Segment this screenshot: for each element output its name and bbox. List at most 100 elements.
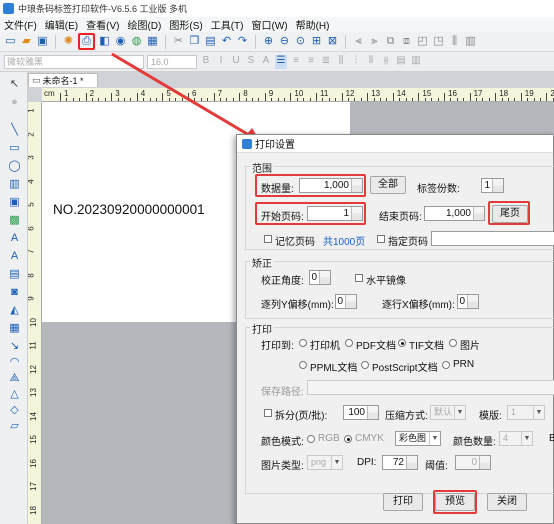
- print-preview-icon[interactable]: ◧: [98, 35, 111, 48]
- rgb-radio[interactable]: [307, 435, 315, 443]
- zoom-out-icon[interactable]: ⊖: [278, 35, 291, 48]
- close-button[interactable]: 关闭: [487, 493, 527, 511]
- justify-text-icon[interactable]: ≣: [320, 55, 332, 69]
- copy-icon[interactable]: ❐: [188, 35, 201, 48]
- zoom-page-icon[interactable]: ⊠: [326, 35, 339, 48]
- align-left-text-icon[interactable]: ☰: [275, 54, 287, 69]
- gallery-tool-icon[interactable]: ▦: [8, 322, 21, 335]
- menu-help[interactable]: 帮助(H): [292, 17, 334, 32]
- refresh-icon[interactable]: ◍: [130, 35, 143, 48]
- line-tool-icon[interactable]: ╲: [8, 124, 21, 137]
- image-tool-icon[interactable]: ▩: [8, 214, 21, 227]
- qrcode-tool-icon[interactable]: ▣: [8, 196, 21, 209]
- strikethrough-icon[interactable]: S: [245, 55, 257, 69]
- new-document-icon[interactable]: ▭: [4, 35, 17, 48]
- distribute-icon[interactable]: ⫼: [448, 35, 461, 48]
- target-pdf-radio[interactable]: [345, 339, 353, 347]
- group-icon[interactable]: ⧉: [384, 35, 397, 48]
- open-folder-icon[interactable]: ▰: [20, 35, 33, 48]
- threshold-stepper[interactable]: 0: [455, 455, 491, 470]
- start-page-stepper[interactable]: 1: [307, 206, 363, 221]
- table-tool-icon[interactable]: ▤: [8, 268, 21, 281]
- menu-edit[interactable]: 编辑(E): [41, 17, 82, 32]
- split-stepper[interactable]: 100: [343, 405, 379, 420]
- diamond-tool-icon[interactable]: ◇: [8, 404, 21, 417]
- zoom-in-icon[interactable]: ⊕: [262, 35, 275, 48]
- compress-select[interactable]: 默认 ▼: [430, 405, 466, 420]
- document-tab[interactable]: ▭ 未命名-1 *: [28, 73, 98, 87]
- angle-stepper[interactable]: 0: [309, 270, 331, 285]
- color-select[interactable]: 彩色图 ▼: [395, 431, 441, 446]
- settings-icon[interactable]: ✺: [62, 35, 75, 48]
- specify-page-input[interactable]: [431, 231, 554, 246]
- save-icon[interactable]: ▣: [36, 35, 49, 48]
- line-spacing-icon[interactable]: ⫶: [350, 55, 362, 69]
- preview-button[interactable]: 预览: [435, 493, 475, 511]
- align-right-icon[interactable]: ⫸: [368, 35, 381, 48]
- target-prn-radio[interactable]: [442, 361, 450, 369]
- italic-icon[interactable]: I: [215, 55, 227, 69]
- pointer-icon[interactable]: ↖: [8, 78, 21, 91]
- menu-window[interactable]: 窗口(W): [247, 17, 291, 32]
- ellipse-tool-icon[interactable]: ◯: [8, 160, 21, 173]
- send-back-icon[interactable]: ◳: [432, 35, 445, 48]
- menu-shape[interactable]: 图形(S): [165, 17, 206, 32]
- curve-tool-icon[interactable]: ⟁: [8, 372, 21, 385]
- char-spacing-icon[interactable]: ⫵: [380, 55, 392, 69]
- remember-page-checkbox[interactable]: [264, 235, 272, 243]
- cut-icon[interactable]: ✂: [172, 35, 185, 48]
- ungroup-icon[interactable]: ⧈: [400, 35, 413, 48]
- all-button[interactable]: 全部: [370, 176, 406, 194]
- target-image-radio[interactable]: [449, 339, 457, 347]
- font-size-select[interactable]: 16.0: [147, 54, 197, 69]
- align-right-text-icon[interactable]: ≡: [305, 55, 317, 69]
- serial-number-text[interactable]: NO.20230920000000001: [53, 202, 205, 217]
- menu-tools[interactable]: 工具(T): [207, 17, 248, 32]
- align-center-text-icon[interactable]: ≡: [290, 55, 302, 69]
- triangle-tool-icon[interactable]: △: [8, 388, 21, 401]
- undo-icon[interactable]: ↶: [220, 35, 233, 48]
- mirror-checkbox[interactable]: [355, 274, 363, 282]
- end-page-stepper[interactable]: 1,000: [424, 206, 485, 221]
- menu-draw[interactable]: 绘图(D): [123, 17, 165, 32]
- pan-icon[interactable]: ●: [8, 96, 21, 109]
- target-ppml-radio[interactable]: [299, 361, 307, 369]
- dpi-stepper[interactable]: 72: [382, 455, 418, 470]
- font-name-select[interactable]: 微软雅黑: [4, 54, 144, 69]
- text-box-icon[interactable]: ▤: [395, 55, 407, 69]
- vertical-text-icon[interactable]: ⫴: [365, 55, 377, 69]
- align-left-icon[interactable]: ⫷: [352, 35, 365, 48]
- arc-tool-icon[interactable]: ◠: [8, 356, 21, 369]
- menu-file[interactable]: 文件(F): [0, 17, 41, 32]
- bring-front-icon[interactable]: ◰: [416, 35, 429, 48]
- underline-icon[interactable]: U: [230, 55, 242, 69]
- print-button[interactable]: 打印: [383, 493, 423, 511]
- shape-tool-icon[interactable]: ◭: [8, 304, 21, 317]
- split-checkbox[interactable]: [264, 409, 272, 417]
- target-printer-radio[interactable]: [299, 339, 307, 347]
- quantity-stepper[interactable]: 1,000: [299, 178, 363, 193]
- image-type-select[interactable]: png ▼: [307, 455, 343, 470]
- cmyk-radio[interactable]: [344, 435, 352, 443]
- rectangle-tool-icon[interactable]: ▭: [8, 142, 21, 155]
- text-tool-icon[interactable]: A: [8, 232, 21, 245]
- menu-view[interactable]: 查看(V): [82, 17, 123, 32]
- variable-tool-icon[interactable]: ◙: [8, 286, 21, 299]
- y-offset-stepper[interactable]: 0: [335, 294, 357, 309]
- grid-icon[interactable]: ▦: [146, 35, 159, 48]
- last-page-button[interactable]: 尾页: [492, 205, 528, 223]
- parallelogram-tool-icon[interactable]: ▱: [8, 420, 21, 433]
- rich-text-tool-icon[interactable]: A: [8, 250, 21, 263]
- barcode-tool-icon[interactable]: ▥: [8, 178, 21, 191]
- text-fit-icon[interactable]: ▥: [410, 55, 422, 69]
- bold-icon[interactable]: B: [200, 55, 212, 69]
- print-icon[interactable]: ⎙: [78, 33, 95, 50]
- text-spacing-icon[interactable]: ⫼: [335, 55, 347, 69]
- lock-icon[interactable]: ▥: [464, 35, 477, 48]
- polyline-tool-icon[interactable]: ↘: [8, 340, 21, 353]
- zoom-fit-icon[interactable]: ⊙: [294, 35, 307, 48]
- redo-icon[interactable]: ↷: [236, 35, 249, 48]
- font-color-icon[interactable]: A: [260, 55, 272, 69]
- zoom-select-icon[interactable]: ⊞: [310, 35, 323, 48]
- save-path-input[interactable]: [307, 380, 554, 395]
